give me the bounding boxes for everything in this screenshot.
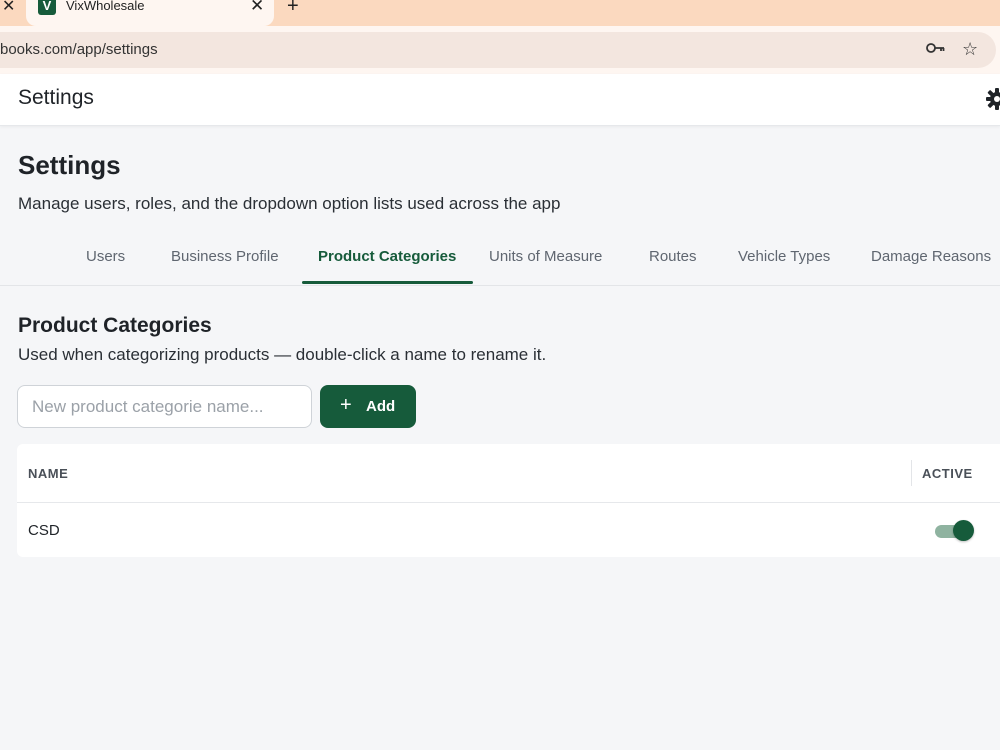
page-subtitle: Manage users, roles, and the dropdown op… — [18, 194, 561, 213]
column-divider — [911, 460, 912, 486]
section-title: Product Categories — [18, 314, 212, 337]
add-button-label: Add — [366, 398, 396, 415]
add-category-button[interactable]: + Add — [320, 385, 416, 428]
table-row: CSD — [17, 503, 1000, 557]
settings-tabs: Users Business Profile Product Categorie… — [0, 236, 1000, 286]
url-text[interactable]: books.com/app/settings — [0, 41, 158, 58]
browser-tab-title: VixWholesale — [66, 0, 145, 13]
tab-units-of-measure[interactable]: Units of Measure — [489, 248, 602, 265]
header-title: Settings — [18, 86, 94, 109]
categories-table: NAME ACTIVE CSD — [17, 444, 1000, 557]
active-toggle[interactable] — [935, 519, 975, 541]
active-tab-indicator — [302, 281, 473, 284]
browser-tab-bar: ✕ V VixWholesale ✕ + — [0, 0, 1000, 26]
address-bar: books.com/app/settings ☆ — [0, 26, 1000, 74]
column-header-name[interactable]: NAME — [28, 466, 68, 481]
tab-product-categories[interactable]: Product Categories — [318, 248, 456, 265]
page-title: Settings — [18, 150, 121, 180]
bookmark-star-icon[interactable]: ☆ — [962, 39, 978, 60]
app-favicon-icon: V — [38, 0, 56, 15]
tab-routes[interactable]: Routes — [649, 248, 697, 265]
tab-business-profile[interactable]: Business Profile — [171, 248, 279, 265]
gear-icon[interactable] — [986, 88, 1000, 115]
key-icon[interactable] — [926, 41, 946, 60]
plus-icon: + — [340, 394, 352, 416]
tab-vehicle-types[interactable]: Vehicle Types — [738, 248, 830, 265]
app-header: Settings — [0, 74, 1000, 126]
new-tab-icon[interactable]: + — [287, 0, 299, 18]
toggle-thumb — [953, 520, 974, 541]
browser-tab-active[interactable]: V VixWholesale ✕ — [26, 0, 274, 26]
close-icon[interactable]: ✕ — [2, 0, 18, 16]
category-name[interactable]: CSD — [28, 522, 60, 539]
tab-close-icon[interactable]: ✕ — [250, 0, 264, 16]
new-category-input[interactable] — [17, 385, 312, 428]
tab-damage-reasons[interactable]: Damage Reasons — [871, 248, 991, 265]
omnibox[interactable]: books.com/app/settings ☆ — [0, 32, 996, 68]
column-header-active[interactable]: ACTIVE — [922, 466, 973, 481]
section-subtitle: Used when categorizing products — double… — [18, 345, 547, 364]
tab-users[interactable]: Users — [86, 248, 125, 265]
